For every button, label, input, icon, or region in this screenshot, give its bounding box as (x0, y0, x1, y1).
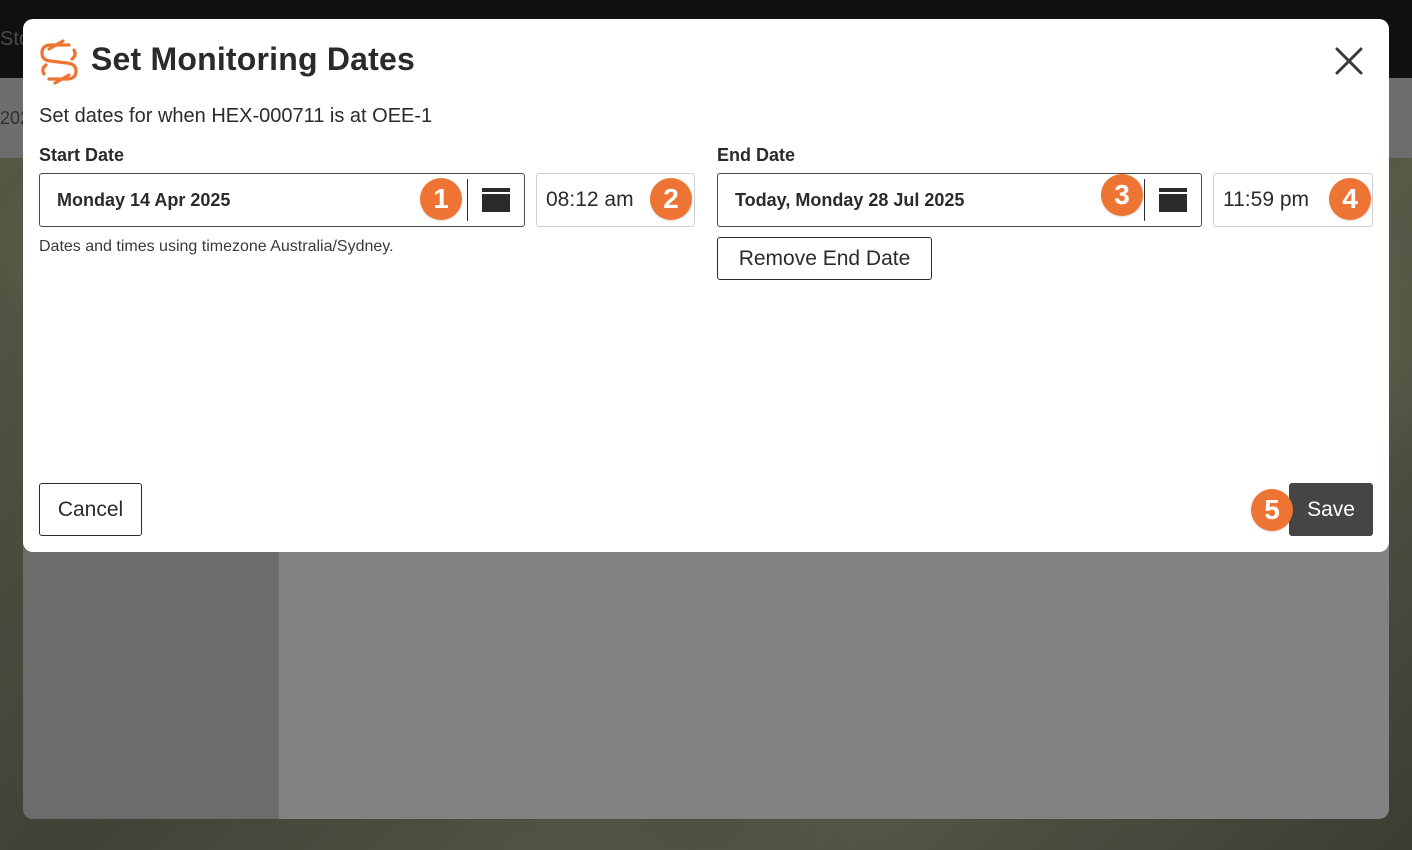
close-icon (1335, 47, 1363, 75)
step-badge-2: 2 (650, 178, 692, 220)
remove-end-date-button[interactable]: Remove End Date (717, 237, 932, 280)
end-date-calendar-button[interactable] (1145, 174, 1201, 226)
step-badge-4: 4 (1329, 178, 1371, 220)
cancel-button[interactable]: Cancel (39, 483, 142, 536)
start-date-calendar-button[interactable] (468, 174, 524, 226)
end-date-label: End Date (717, 145, 796, 165)
save-button[interactable]: Save (1289, 483, 1373, 536)
background-panel-sidebar (23, 535, 279, 819)
step-badge-5: 5 (1251, 489, 1293, 531)
timezone-hint: Dates and times using timezone Australia… (39, 238, 394, 255)
close-button[interactable] (1329, 41, 1369, 81)
start-time-value: 08:12 am (546, 188, 634, 211)
start-date-value: Monday 14 Apr 2025 (57, 189, 231, 210)
modal-description: Set dates for when HEX-000711 is at OEE-… (39, 105, 433, 127)
end-time-value: 11:59 pm (1223, 188, 1309, 211)
step-badge-1: 1 (420, 178, 462, 220)
end-date-value: Today, Monday 28 Jul 2025 (735, 189, 965, 210)
calendar-icon (482, 188, 510, 212)
modal-title: Set Monitoring Dates (91, 41, 416, 77)
calendar-icon (1159, 188, 1187, 212)
monitoring-dates-modal: Set Monitoring Dates Set dates for when … (23, 19, 1389, 552)
app-logo-icon (40, 39, 78, 85)
start-date-label: Start Date (39, 145, 125, 165)
step-badge-3: 3 (1101, 174, 1143, 216)
